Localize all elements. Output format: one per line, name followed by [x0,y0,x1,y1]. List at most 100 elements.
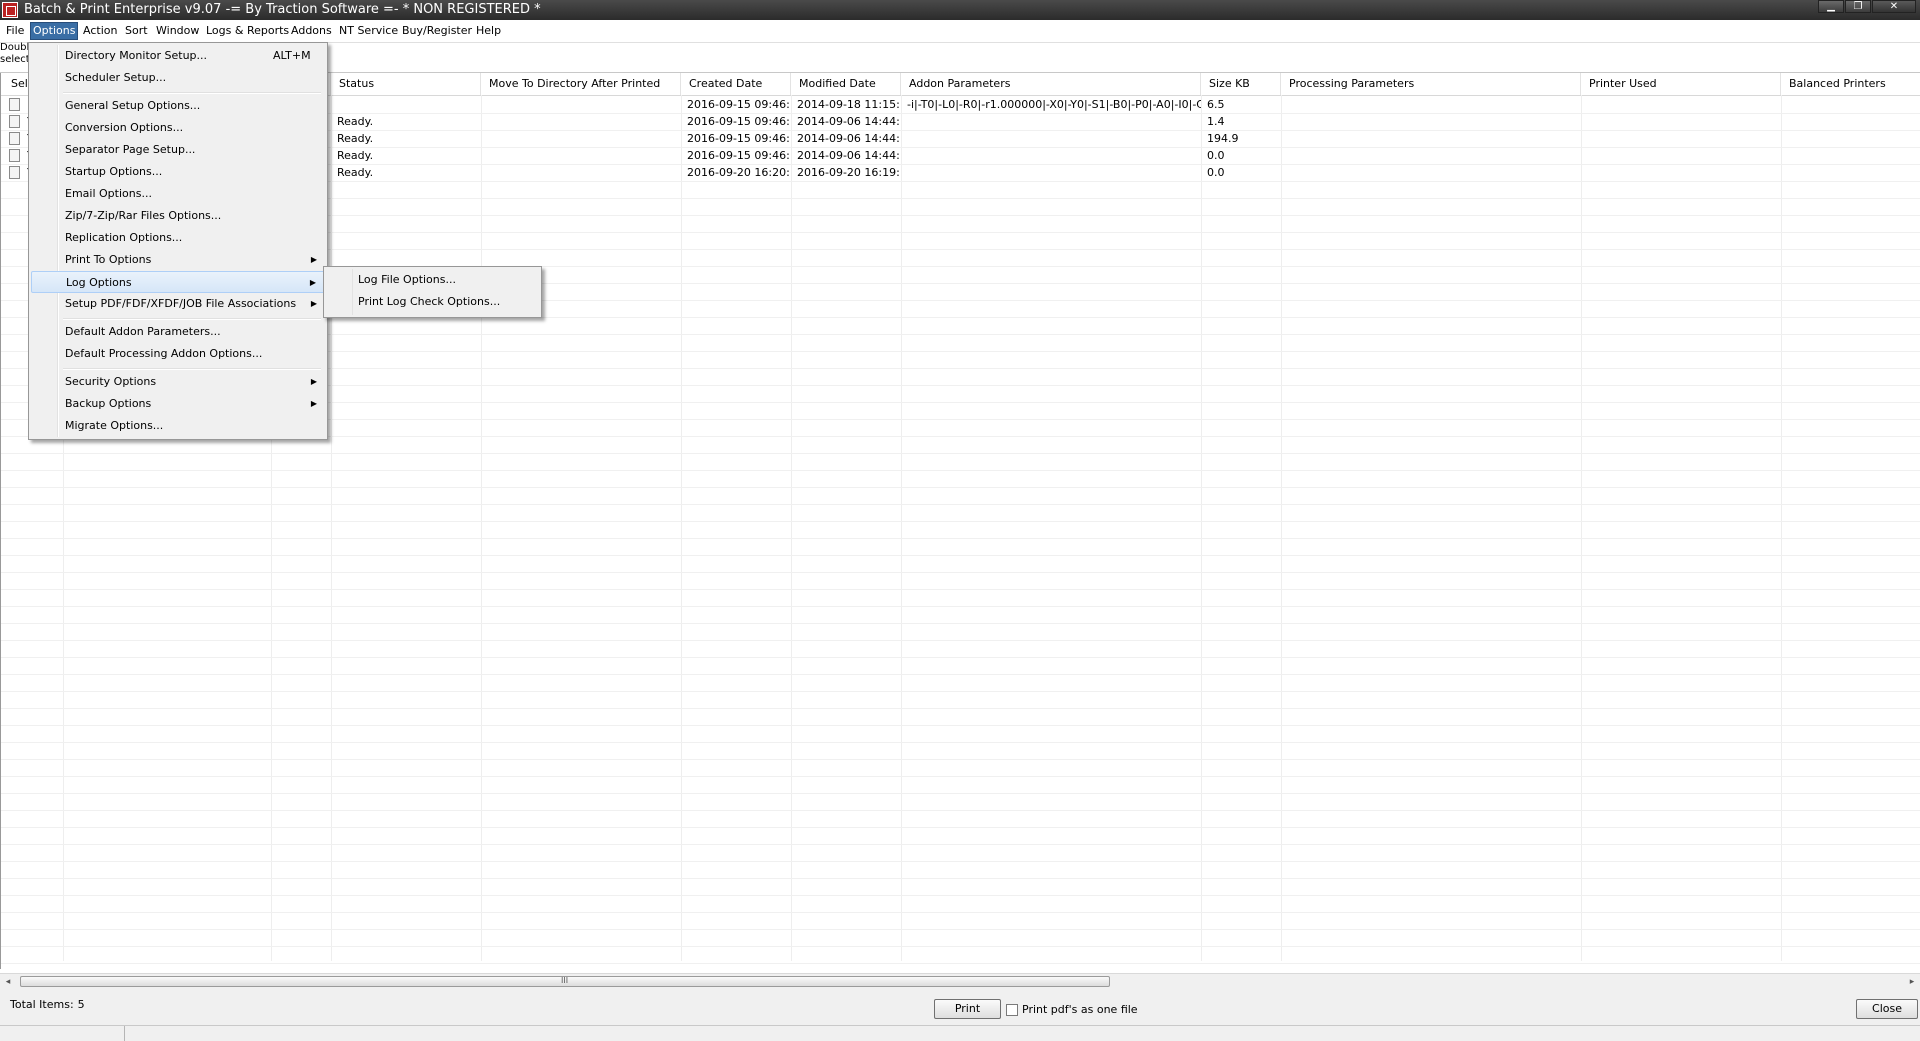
menu-item-log-file-options[interactable]: Log File Options... [326,269,539,291]
menu-item-label: Replication Options... [65,231,183,244]
menu-item-file-associations[interactable]: Setup PDF/FDF/XFDF/JOB File Associations… [31,293,325,315]
pdf-file-icon [9,115,20,128]
row-separator [1,708,1920,709]
col-header-size[interactable]: Size KB [1201,73,1281,95]
scroll-right-icon[interactable]: ▸ [1904,974,1920,990]
print-button[interactable]: Print [934,999,1001,1019]
app-icon[interactable] [2,2,18,18]
row-separator [1,742,1920,743]
grid-line [901,95,902,961]
row-separator [1,453,1920,454]
submenu-arrow-icon: ▶ [310,255,317,264]
menu-action[interactable]: Action [81,23,119,39]
cell-status: Ready. [337,115,374,128]
menu-item-label: Migrate Options... [65,419,164,432]
menu-item-label: Default Processing Addon Options... [65,347,263,360]
submenu-arrow-icon: ▶ [310,299,317,308]
menu-sort[interactable]: Sort [123,23,150,39]
cell-created: 2016-09-20 16:20:... [687,166,791,179]
menu-item-startup[interactable]: Startup Options... [31,161,325,183]
col-header-addon[interactable]: Addon Parameters [901,73,1201,95]
menu-item-label: Security Options [65,375,157,388]
menu-item-general-setup[interactable]: General Setup Options... [31,95,325,117]
col-header-modified[interactable]: Modified Date [791,73,901,95]
row-separator [1,691,1920,692]
row-separator [1,640,1920,641]
cell-size: 0.0 [1207,166,1225,179]
total-items-label: Total Items: [10,998,74,1011]
menu-buy-register[interactable]: Buy/Register [400,23,474,39]
scroll-thumb[interactable]: III [20,976,1110,987]
menu-item-directory-monitor[interactable]: Directory Monitor Setup... ALT+M [31,45,325,67]
window-title: Batch & Print Enterprise v9.07 -= By Tra… [24,2,541,17]
pdf-file-icon [9,98,20,111]
menu-item-separator-page[interactable]: Separator Page Setup... [31,139,325,161]
cell-modified: 2014-09-18 11:15:... [797,98,901,111]
cell-addon [901,130,1201,147]
row-separator [1,606,1920,607]
col-header-created[interactable]: Created Date [681,73,791,95]
options-menu: Directory Monitor Setup... ALT+M Schedul… [28,42,328,440]
menu-item-label: Backup Options [65,397,152,410]
hint-text: Double select [0,42,30,65]
row-separator [1,895,1920,896]
cell-size: 1.4 [1207,115,1225,128]
one-file-label[interactable]: Print pdf's as one file [1022,1003,1138,1016]
row-separator [1,657,1920,658]
close-window-button[interactable]: ✕ [1872,0,1916,13]
cell-size: 6.5 [1207,98,1225,111]
menu-window[interactable]: Window [154,23,201,39]
menu-options[interactable]: Options [29,22,79,40]
menu-item-security[interactable]: Security Options ▶ [31,371,325,393]
row-separator [1,929,1920,930]
menu-item-print-log-check[interactable]: Print Log Check Options... [326,291,539,313]
col-header-status[interactable]: Status [331,73,481,95]
menu-item-backup[interactable]: Backup Options ▶ [31,393,325,415]
col-header-balanced[interactable]: Balanced Printers [1781,73,1920,95]
menu-item-conversion[interactable]: Conversion Options... [31,117,325,139]
status-bar [0,1025,1920,1041]
horizontal-scrollbar[interactable]: ◂ III ▸ [0,973,1920,990]
menu-nt-service[interactable]: NT Service [337,23,400,39]
maximize-button[interactable]: ❐ [1845,0,1871,13]
menu-logs-reports[interactable]: Logs & Reports [204,23,291,39]
cell-size: 0.0 [1207,149,1225,162]
cell-size: 194.9 [1207,132,1239,145]
cell-addon [901,164,1201,181]
menu-item-scheduler[interactable]: Scheduler Setup... [31,67,325,89]
row-separator [1,793,1920,794]
one-file-checkbox[interactable] [1006,1004,1018,1016]
scroll-left-icon[interactable]: ◂ [0,974,16,990]
cell-modified: 2014-09-06 14:44:... [797,115,901,128]
row-separator [1,912,1920,913]
menu-help[interactable]: Help [474,23,503,39]
menu-item-label: Directory Monitor Setup... [65,49,208,62]
close-button[interactable]: Close [1856,999,1918,1019]
menu-addons[interactable]: Addons [289,23,334,39]
menu-item-zip[interactable]: Zip/7-Zip/Rar Files Options... [31,205,325,227]
menu-item-default-processing[interactable]: Default Processing Addon Options... [31,343,325,365]
menu-item-label: Conversion Options... [65,121,184,134]
row-separator [1,776,1920,777]
row-separator [1,538,1920,539]
menu-item-label: Startup Options... [65,165,163,178]
menu-item-print-to[interactable]: Print To Options ▶ [31,249,325,271]
cell-created: 2016-09-15 09:46:... [687,132,791,145]
cell-status: Ready. [337,166,374,179]
menu-item-default-addon[interactable]: Default Addon Parameters... [31,321,325,343]
menu-item-migrate[interactable]: Migrate Options... [31,415,325,437]
col-header-move-to[interactable]: Move To Directory After Printed [481,73,681,95]
submenu-arrow-icon: ▶ [310,377,317,386]
cell-created: 2016-09-15 09:46:... [687,115,791,128]
minimize-button[interactable]: ▁ [1818,0,1844,13]
col-header-printer[interactable]: Printer Used [1581,73,1781,95]
menu-item-log-options[interactable]: Log Options ▶ [31,271,325,293]
menu-file[interactable]: File [4,23,26,39]
col-header-processing[interactable]: Processing Parameters [1281,73,1581,95]
window-controls: ▁ ❐ ✕ [1817,0,1916,14]
menu-item-email[interactable]: Email Options... [31,183,325,205]
row-separator [1,487,1920,488]
menu-item-replication[interactable]: Replication Options... [31,227,325,249]
menu-item-label: Email Options... [65,187,152,200]
cell-status: Ready. [337,149,374,162]
